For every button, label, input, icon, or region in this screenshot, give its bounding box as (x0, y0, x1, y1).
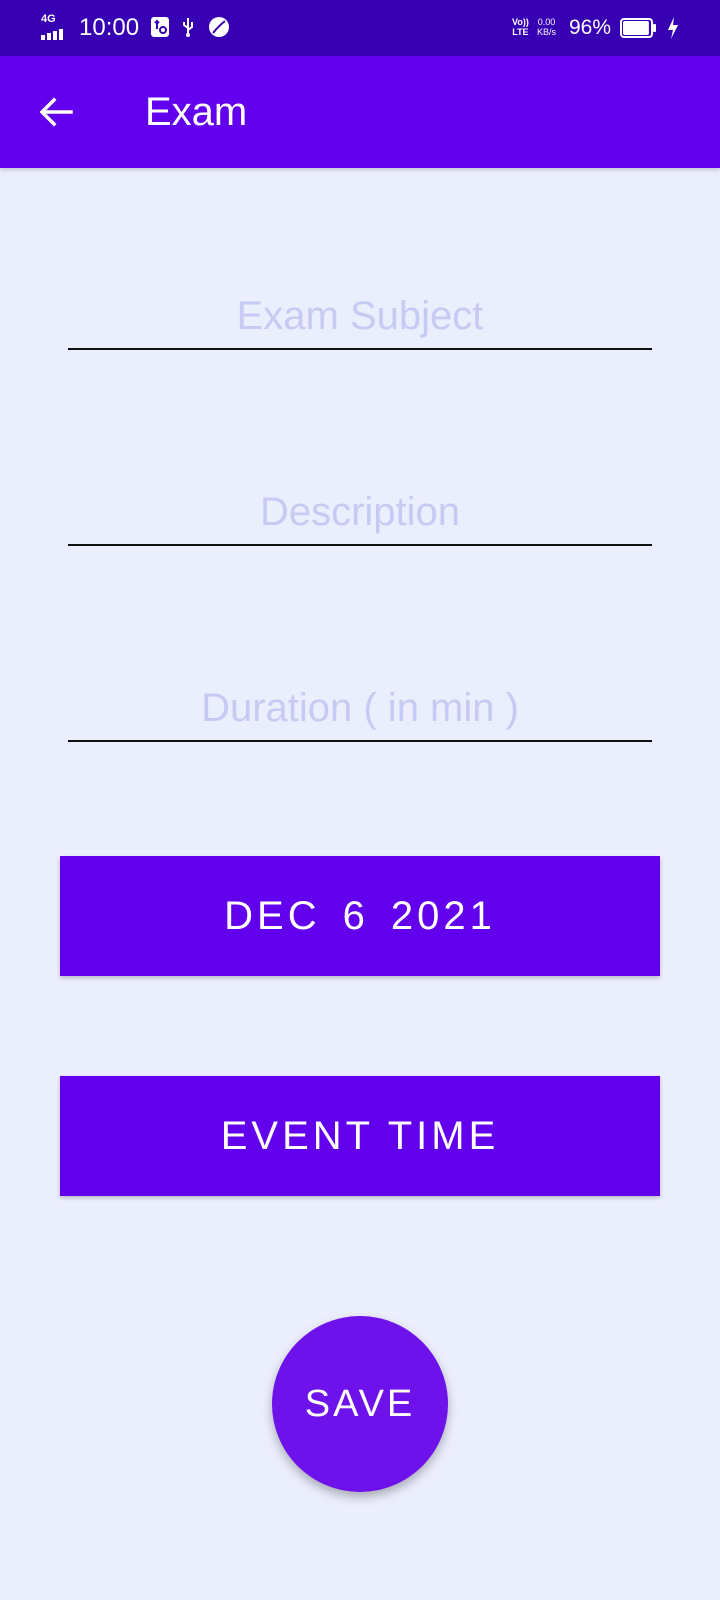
event-time-label: EVENT TIME (220, 1113, 500, 1158)
description-field[interactable]: Description (68, 480, 652, 546)
signal-icon: 4G (41, 14, 73, 40)
usb-icon (183, 18, 193, 37)
app-bar: Exam (0, 56, 720, 168)
usb-debug-icon (151, 17, 169, 37)
save-button[interactable]: SAVE (272, 1316, 448, 1492)
description-placeholder: Description (259, 489, 461, 534)
volte-indicator: Vo)) LTE (512, 17, 529, 37)
date-month: DEC (224, 893, 321, 938)
date-button[interactable]: DEC 6 2021 (60, 856, 660, 976)
duration-field[interactable]: Duration ( in min ) (68, 676, 652, 742)
save-label: SAVE (304, 1382, 416, 1425)
back-button[interactable] (28, 84, 84, 140)
page-title: Exam (145, 90, 248, 134)
battery-icon (620, 18, 656, 38)
event-time-button[interactable]: EVENT TIME (60, 1076, 660, 1196)
duration-placeholder: Duration ( in min ) (201, 685, 519, 730)
status-bar: 4G 10:00 Vo)) LTE 0.00 KB/s 96% (0, 0, 720, 56)
date-year: 2021 (390, 893, 496, 938)
arrow-left-icon (39, 97, 73, 127)
exam-subject-field[interactable]: Exam Subject (68, 284, 652, 350)
status-time: 10:00 (79, 14, 140, 41)
exam-subject-placeholder: Exam Subject (236, 293, 484, 338)
network-speed: 0.00 KB/s (537, 17, 557, 37)
charging-icon (668, 17, 678, 39)
date-day: 6 (342, 893, 369, 938)
battery-percent: 96% (569, 16, 612, 39)
network-type: 4G (41, 13, 56, 25)
leaf-icon (209, 17, 229, 37)
